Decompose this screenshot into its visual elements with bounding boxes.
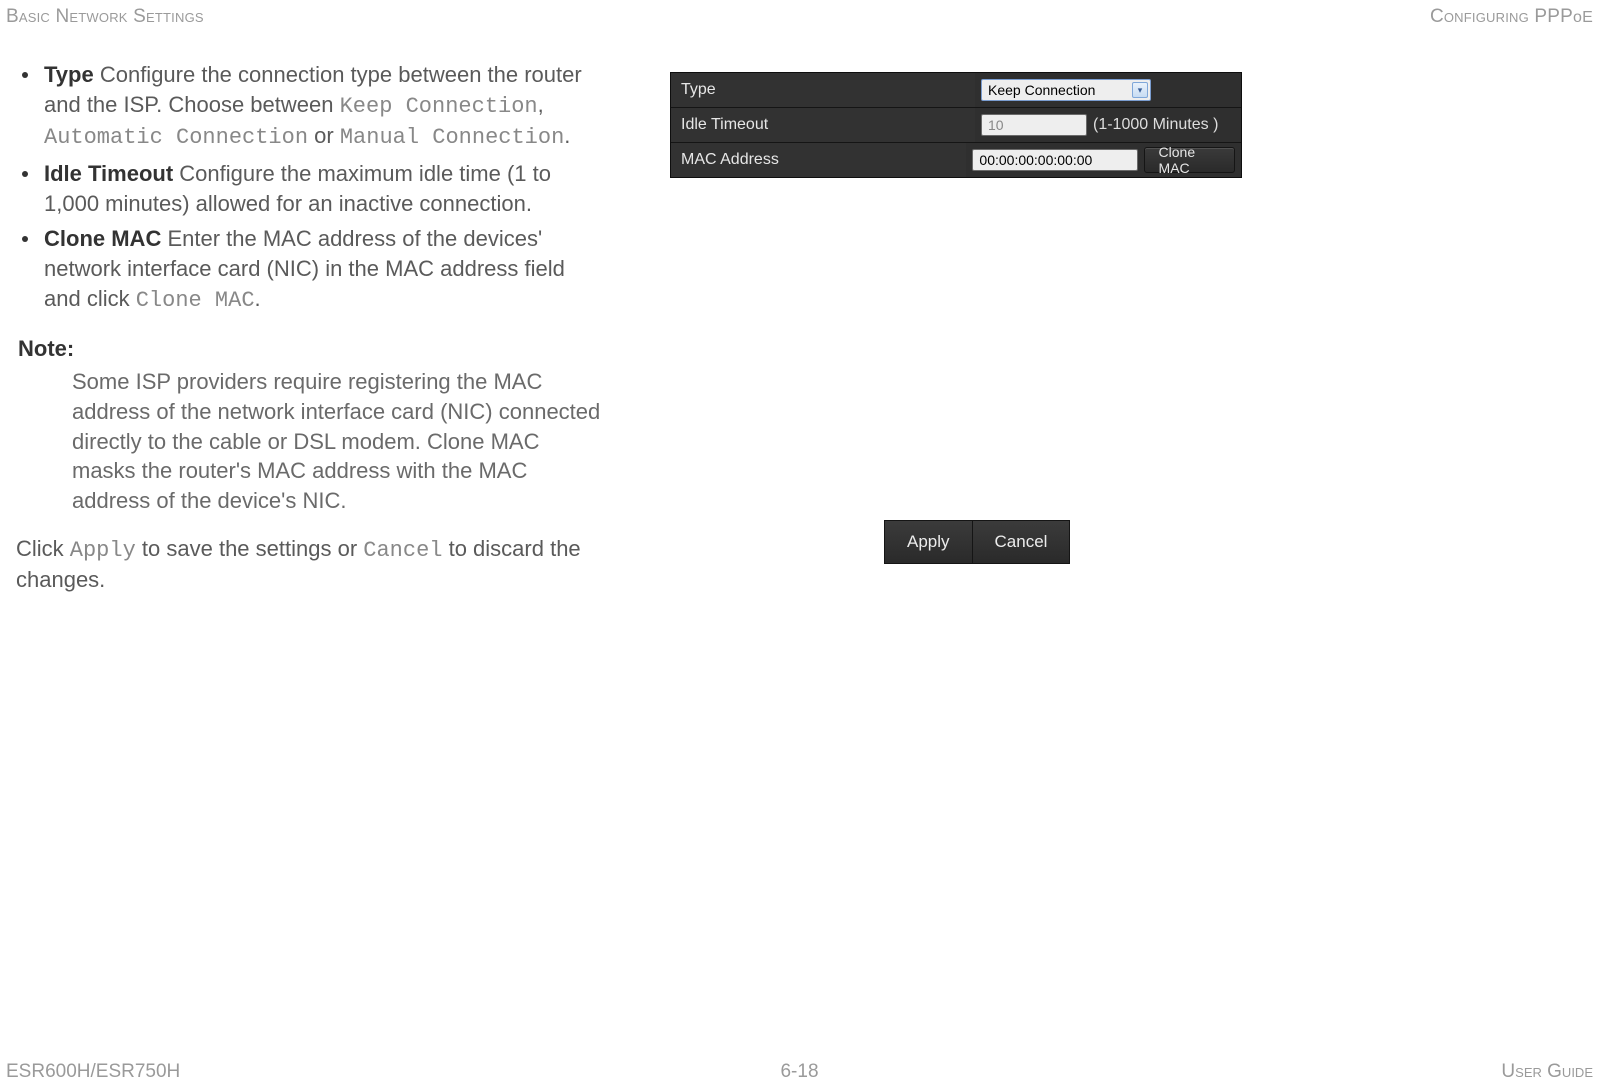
note-body: Some ISP providers require registering t…	[72, 367, 602, 515]
row-idle: Idle Timeout 10 (1-1000 Minutes )	[671, 108, 1241, 143]
label-mac: MAC Address	[671, 143, 966, 177]
type-tail: .	[564, 123, 570, 148]
bullet-clone: Clone MAC Enter the MAC address of the d…	[40, 224, 606, 315]
clone-tail: .	[255, 286, 261, 311]
mac-input[interactable]: 00:00:00:00:00:00	[972, 149, 1137, 171]
footer-left: ESR600H/ESR750H	[6, 1061, 180, 1083]
note-label: Note:	[18, 334, 606, 364]
footer-center: 6-18	[780, 1061, 818, 1083]
header-right: Configuring PPPoE	[1430, 6, 1593, 28]
type-select-value: Keep Connection	[988, 82, 1095, 98]
final-mid: to save the settings or	[136, 536, 363, 561]
term-idle: Idle Timeout	[44, 161, 173, 186]
apply-button[interactable]: Apply	[885, 521, 973, 563]
content-column: Type Configure the connection type betwe…	[16, 60, 606, 595]
button-strip: Apply Cancel	[884, 520, 1070, 564]
final-paragraph: Click Apply to save the settings or Canc…	[16, 534, 606, 595]
idle-hint: (1-1000 Minutes )	[1093, 116, 1218, 134]
final-cancel: Cancel	[363, 538, 442, 563]
final-pre: Click	[16, 536, 70, 561]
type-select[interactable]: Keep Connection ▾	[981, 79, 1151, 101]
final-apply: Apply	[70, 538, 136, 563]
header-left: Basic Network Settings	[6, 6, 204, 28]
row-mac: MAC Address 00:00:00:00:00:00 Clone MAC	[671, 143, 1241, 177]
term-type: Type	[44, 62, 94, 87]
chevron-down-icon: ▾	[1132, 82, 1148, 98]
row-type: Type Keep Connection ▾	[671, 73, 1241, 108]
clone-mono: Clone MAC	[136, 288, 255, 313]
type-opt1: Keep Connection	[340, 94, 538, 119]
cancel-button[interactable]: Cancel	[973, 521, 1070, 563]
field-mac: 00:00:00:00:00:00 Clone MAC	[966, 143, 1241, 177]
settings-panel: Type Keep Connection ▾ Idle Timeout 10 (…	[670, 72, 1242, 178]
type-sep2: or	[308, 123, 340, 148]
label-idle: Idle Timeout	[671, 108, 975, 142]
type-opt3: Manual Connection	[340, 125, 564, 150]
clone-mac-button[interactable]: Clone MAC	[1144, 147, 1235, 173]
field-idle: 10 (1-1000 Minutes )	[975, 108, 1241, 142]
type-sep1: ,	[538, 92, 544, 117]
type-opt2: Automatic Connection	[44, 125, 308, 150]
label-type: Type	[671, 73, 975, 107]
bullet-idle: Idle Timeout Configure the maximum idle …	[40, 159, 606, 218]
footer-right: User Guide	[1501, 1061, 1593, 1083]
bullet-type: Type Configure the connection type betwe…	[40, 60, 606, 153]
header-right-suffix: oE	[1573, 9, 1593, 26]
header-right-prefix: Configuring PPP	[1430, 6, 1573, 27]
field-type: Keep Connection ▾	[975, 73, 1241, 107]
idle-input[interactable]: 10	[981, 114, 1087, 136]
bullet-list: Type Configure the connection type betwe…	[16, 60, 606, 316]
term-clone: Clone MAC	[44, 226, 161, 251]
